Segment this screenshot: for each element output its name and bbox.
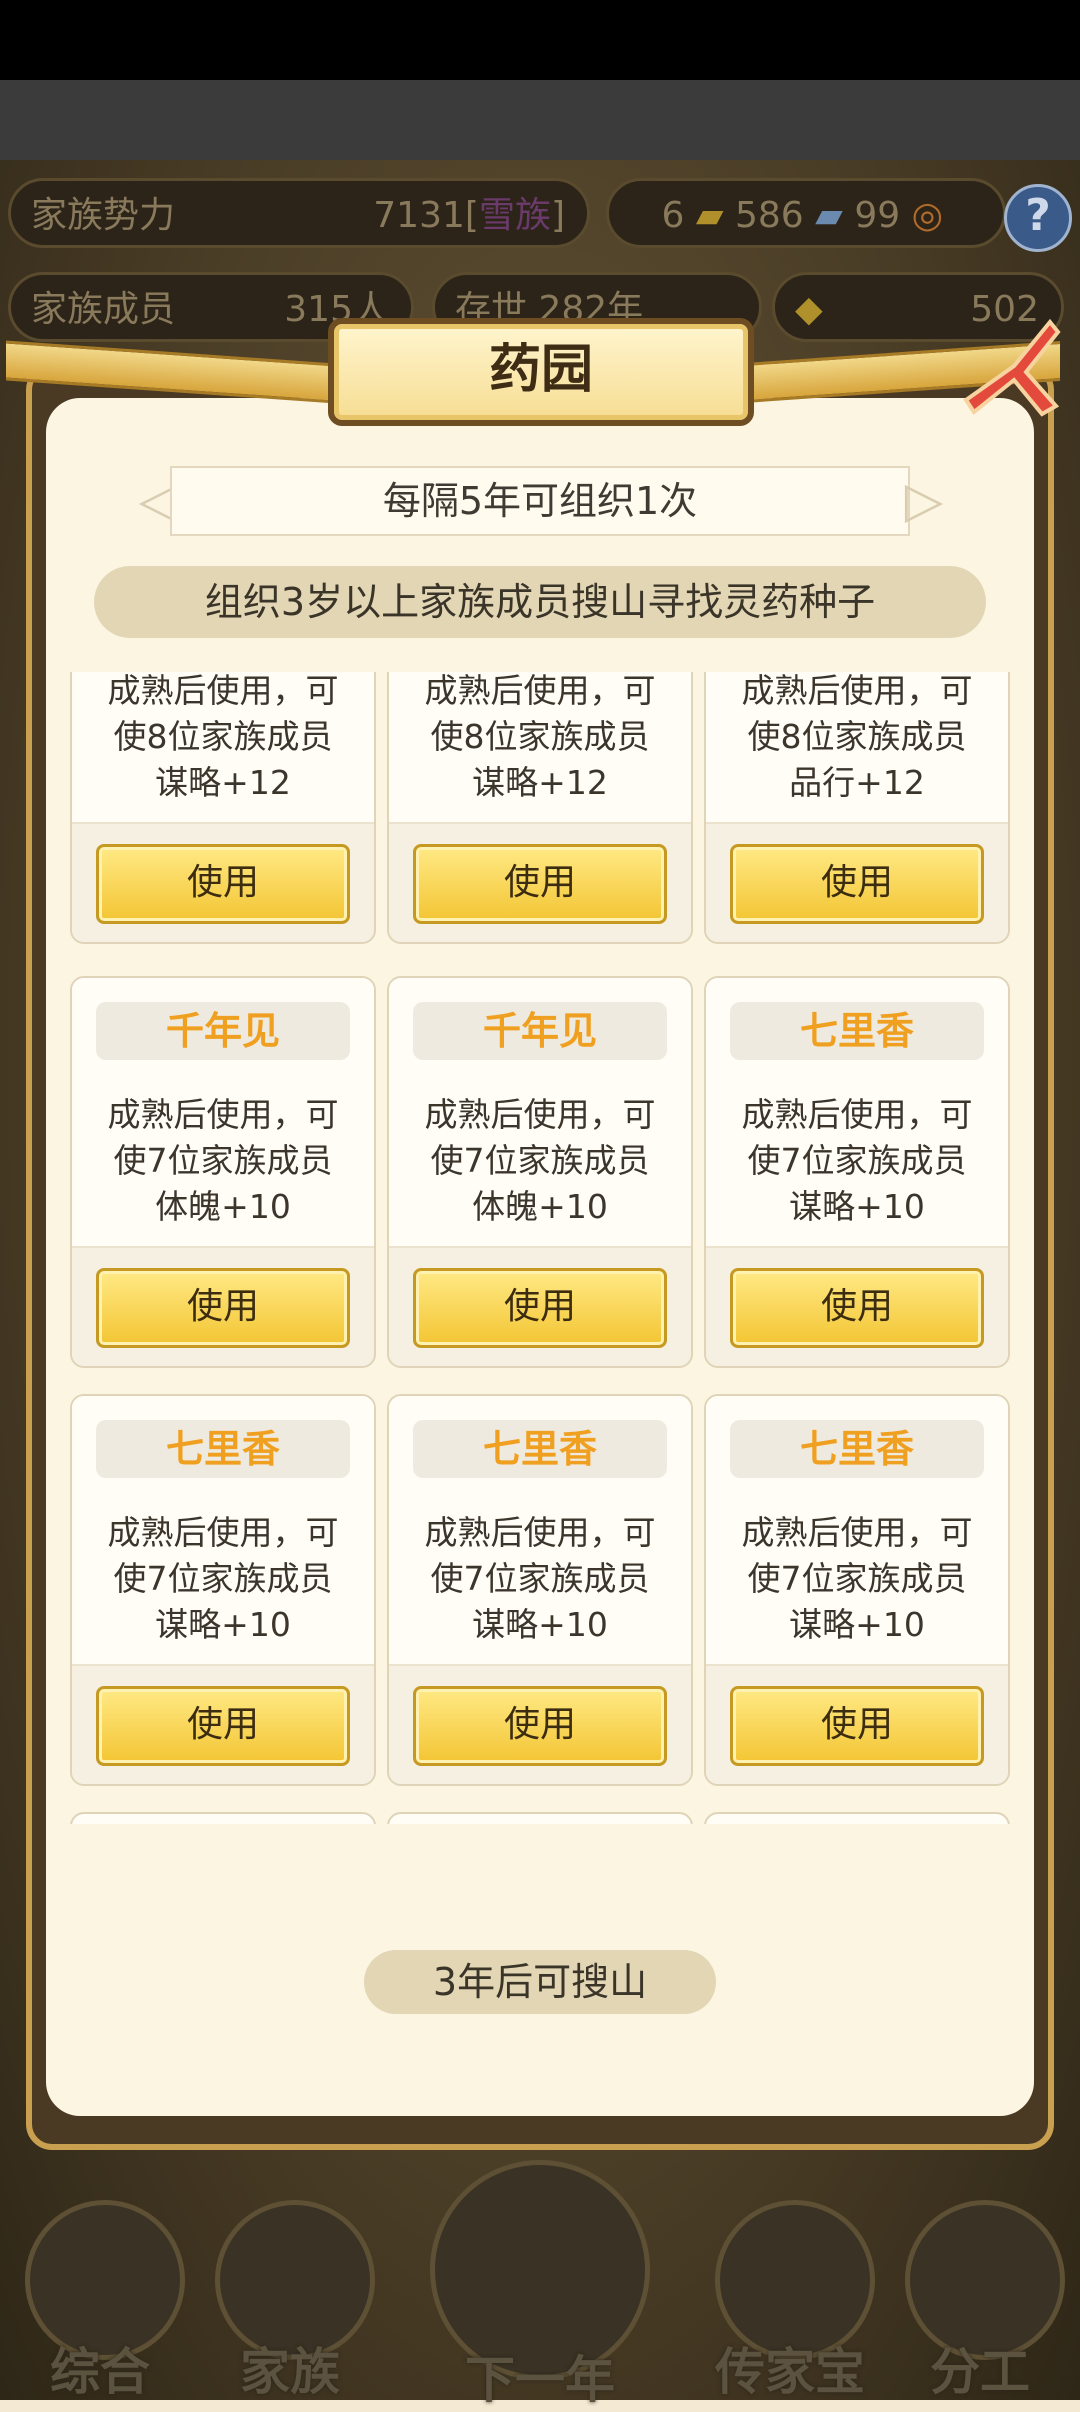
help-icon[interactable]: ? [1004, 184, 1072, 252]
herb-effect: 成熟后使用，可 使7位家族成员 体魄+10 [424, 1095, 656, 1226]
family-power-label: 家族势力 [31, 195, 176, 236]
herb-card: 成熟后使用，可 使8位家族成员 谋略+12 使用 [70, 672, 376, 944]
herb-effect: 成熟后使用，可 使8位家族成员 品行+12 [741, 672, 973, 802]
herb-effect: 成熟后使用，可 使8位家族成员 谋略+12 [424, 672, 656, 802]
herb-effect: 成熟后使用，可 使7位家族成员 谋略+10 [424, 1513, 656, 1644]
use-button[interactable]: 使用 [96, 844, 350, 924]
nav-label: 下一年 [465, 2351, 615, 2409]
herb-card: 七里香 成熟后使用，可 使7位家族成员 谋略+10 使用 [704, 976, 1010, 1368]
herb-name: 七里香 [730, 1420, 984, 1478]
top-band [0, 80, 1080, 160]
herb-card: 七里香 成熟后使用，可 使7位家族成员 谋略+10 使用 [70, 1394, 376, 1786]
herb-name: 七里香 [730, 1002, 984, 1060]
silver-bar-icon: ▰ [815, 195, 843, 236]
use-button[interactable]: 使用 [730, 1268, 984, 1348]
currency-b: 586 [735, 195, 804, 236]
family-power-value: 7131[ [373, 195, 479, 236]
nav-label: 传家宝 [715, 2343, 865, 2401]
herb-name: 千年见 [96, 1002, 350, 1060]
herb-effect: 成熟后使用，可 使7位家族成员 谋略+10 [741, 1513, 973, 1644]
nav-next-year[interactable]: 下一年 [390, 2140, 690, 2409]
nav-family[interactable]: 家族 [200, 2160, 380, 2401]
herb-card: 千年见 成熟后使用，可 使7位家族成员 体魄+10 使用 [387, 976, 693, 1368]
banner-deco-right: ▷ [904, 471, 944, 529]
currency-a: 6 [661, 195, 685, 236]
frequency-banner: 每隔5年可组织1次 [170, 466, 910, 536]
herb-card-partial [704, 1812, 1010, 1824]
herb-card: 七里香 成熟后使用，可 使7位家族成员 谋略+10 使用 [387, 1394, 693, 1786]
family-power-bar: 家族势力 7131[雪族] [8, 178, 590, 248]
family-members-label: 家族成员 [31, 289, 176, 330]
currency-c: 99 [854, 195, 901, 236]
close-button[interactable] [952, 314, 1068, 430]
use-button[interactable]: 使用 [413, 1268, 667, 1348]
use-button[interactable]: 使用 [413, 844, 667, 924]
use-button[interactable]: 使用 [413, 1686, 667, 1766]
herb-effect: 成熟后使用，可 使7位家族成员 谋略+10 [741, 1095, 973, 1226]
nav-label: 综合 [50, 2343, 150, 2401]
use-button[interactable]: 使用 [96, 1268, 350, 1348]
herb-name: 千年见 [413, 1002, 667, 1060]
currency-bar: 6 ▰ 586 ▰ 99 ◎ [606, 178, 1006, 248]
nav-label: 分工 [930, 2343, 1030, 2401]
nav-heirloom[interactable]: 传家宝 [700, 2160, 880, 2401]
herb-card: 千年见 成熟后使用，可 使7位家族成员 体魄+10 使用 [70, 976, 376, 1368]
search-cooldown-status: 3年后可搜山 [364, 1950, 716, 2014]
coin-icon: ◎ [911, 195, 943, 236]
herb-card-partial [70, 1812, 376, 1824]
herb-effect: 成熟后使用，可 使7位家族成员 体魄+10 [107, 1095, 339, 1226]
use-button[interactable]: 使用 [96, 1686, 350, 1766]
garden-description: 组织3岁以上家族成员搜山寻找灵药种子 [94, 566, 986, 638]
use-button[interactable]: 使用 [730, 844, 984, 924]
use-button[interactable]: 使用 [730, 1686, 984, 1766]
herb-card: 七里香 成熟后使用，可 使7位家族成员 谋略+10 使用 [704, 1394, 1010, 1786]
herb-card: 成熟后使用，可 使8位家族成员 谋略+12 使用 [387, 672, 693, 944]
herb-name: 七里香 [96, 1420, 350, 1478]
status-bar [0, 0, 1080, 80]
nav-division[interactable]: 分工 [890, 2160, 1070, 2401]
herb-card: 成熟后使用，可 使8位家族成员 品行+12 使用 [704, 672, 1010, 944]
herb-card-partial [387, 1812, 693, 1824]
nav-label: 家族 [240, 2343, 340, 2401]
gold-ingot-icon: ◆ [795, 289, 823, 330]
herb-name: 七里香 [413, 1420, 667, 1478]
herb-effect: 成熟后使用，可 使8位家族成员 谋略+12 [107, 672, 339, 802]
close-icon [963, 318, 1061, 417]
herb-list[interactable]: 成熟后使用，可 使8位家族成员 谋略+12 使用 成熟后使用，可 使8位家族成员 谋略+… [68, 672, 1012, 1824]
family-power-rank: 雪族 [478, 195, 551, 236]
herb-effect: 成熟后使用，可 使7位家族成员 谋略+10 [107, 1513, 339, 1644]
nav-general[interactable]: 综合 [10, 2160, 190, 2401]
modal-title: 药园 [328, 318, 754, 426]
gold-bar-icon: ▰ [695, 195, 724, 236]
